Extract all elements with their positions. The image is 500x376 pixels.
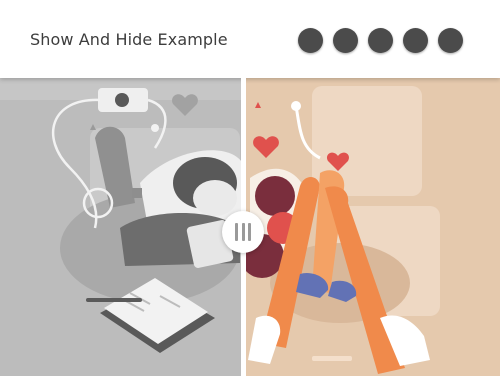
- nav-dot-5[interactable]: [438, 28, 463, 53]
- comparison-stage: [0, 78, 500, 376]
- grip-line-icon: [248, 223, 251, 241]
- dot-navigation: [298, 28, 473, 54]
- nav-dot-3[interactable]: [368, 28, 393, 53]
- slider-handle[interactable]: [222, 211, 264, 253]
- nav-dot-1[interactable]: [298, 28, 323, 53]
- nav-dot-2[interactable]: [333, 28, 358, 53]
- grip-line-icon: [235, 223, 238, 241]
- nav-dot-4[interactable]: [403, 28, 428, 53]
- grip-line-icon: [241, 223, 245, 241]
- header-bar: Show And Hide Example: [0, 0, 500, 78]
- page-title: Show And Hide Example: [30, 30, 228, 49]
